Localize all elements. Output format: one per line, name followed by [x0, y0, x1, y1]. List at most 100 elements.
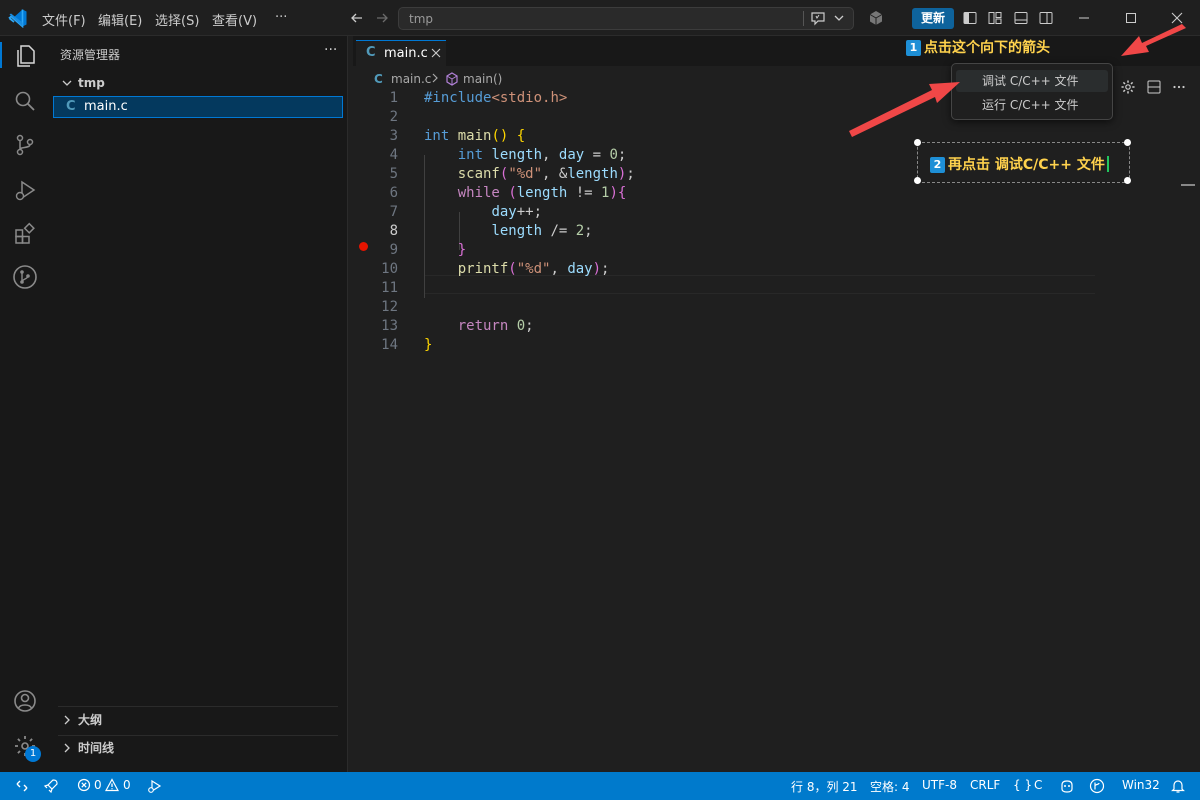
chevron-down-icon[interactable]	[833, 11, 845, 29]
code-line: 14}	[381, 337, 433, 353]
minimap-scroll-indicator[interactable]	[1181, 184, 1195, 186]
settings-badge: 1	[25, 746, 41, 762]
platform-config[interactable]: Win32	[1122, 778, 1160, 792]
timeline-label: 时间线	[78, 741, 115, 755]
c-file-icon: C	[374, 72, 383, 86]
c-file-icon: C	[366, 45, 376, 60]
sidebar-divider	[58, 735, 338, 736]
breadcrumb: C main.c main()	[353, 68, 953, 90]
menu-view[interactable]: 查看(V)	[212, 10, 257, 29]
git-graph-icon[interactable]	[12, 264, 38, 290]
braces-icon[interactable]: { }	[1013, 778, 1032, 792]
errors-icon[interactable]	[77, 778, 91, 793]
code-line: 13 return 0;	[381, 318, 534, 334]
activity-bar: 1	[0, 36, 48, 772]
annotation-step-2-box: 2 再点击 调试C/C++ 文件	[914, 139, 1131, 184]
menu-item-debug-c-file[interactable]: 调试 C/C++ 文件	[956, 70, 1108, 92]
vscode-logo-icon	[8, 9, 27, 28]
close-window-icon[interactable]	[1168, 9, 1186, 27]
explorer-more-button[interactable]: ···	[324, 42, 337, 58]
timeline-section[interactable]: 时间线	[52, 737, 344, 759]
active-indicator	[0, 42, 2, 68]
outline-section[interactable]: 大纲	[52, 709, 344, 731]
customize-layout-icon[interactable]	[986, 9, 1004, 27]
cursor-position[interactable]: 行 8，列 21	[791, 778, 858, 795]
chevron-right-icon	[431, 72, 439, 87]
back-arrow-icon[interactable]	[348, 9, 366, 27]
annotation-number: 2	[930, 157, 945, 173]
warnings-icon[interactable]	[104, 778, 120, 793]
annotation-text: 点击这个向下的箭头	[924, 40, 1050, 56]
menu-more[interactable]: ···	[275, 10, 287, 25]
editor-tabs: C main.c	[353, 36, 1200, 66]
breadcrumb-file[interactable]: main.c	[391, 72, 431, 86]
annotation-number: 1	[906, 40, 921, 56]
function-cube-icon	[445, 72, 459, 89]
editor-more-actions-icon[interactable]	[1170, 78, 1188, 96]
code-line: 12	[381, 299, 398, 315]
code-line: 6 while (length != 1){	[389, 185, 627, 201]
annotation-step-2: 2 再点击 调试C/C++ 文件	[930, 154, 1109, 174]
file-label: main.c	[84, 99, 128, 114]
indentation[interactable]: 空格: 4	[870, 778, 910, 795]
toggle-sidebar-icon[interactable]	[961, 9, 979, 27]
explorer-title: 资源管理器	[60, 48, 121, 62]
resize-handle	[1124, 177, 1131, 184]
code-line: 7 day++;	[389, 204, 543, 220]
resize-handle	[914, 177, 921, 184]
copilot-icon[interactable]	[1059, 778, 1075, 797]
c-file-icon: C	[66, 99, 76, 114]
debug-settings-gear-icon[interactable]	[1119, 78, 1137, 96]
extensions-icon[interactable]	[12, 221, 38, 247]
explorer-sidebar: 资源管理器 ··· tmp C main.c 大纲 时间线	[48, 36, 348, 772]
menu-item-run-c-file[interactable]: 运行 C/C++ 文件	[956, 94, 1108, 116]
toggle-panel-icon[interactable]	[1012, 9, 1030, 27]
account-icon[interactable]	[12, 688, 38, 714]
text-caret	[1106, 156, 1109, 172]
status-bar: 0 0 行 8，列 21 空格: 4 UTF-8 CRLF { } C Win3…	[0, 772, 1200, 800]
code-line: 9 }	[389, 242, 467, 258]
menu-file[interactable]: 文件(F)	[42, 10, 86, 29]
search-text: tmp	[409, 12, 434, 26]
rocket-icon[interactable]	[43, 778, 59, 797]
git-graph-status-icon[interactable]	[1089, 778, 1105, 797]
toggle-secondary-sidebar-icon[interactable]	[1037, 9, 1055, 27]
line-ending[interactable]: CRLF	[970, 778, 1000, 792]
folder-tmp[interactable]: tmp	[52, 72, 344, 94]
code-line: 8 length /= 2;	[389, 223, 593, 239]
language-mode[interactable]: C	[1034, 778, 1042, 792]
annotation-step-1: 1 点击这个向下的箭头	[906, 37, 1050, 57]
source-control-icon[interactable]	[12, 132, 38, 158]
warnings-count[interactable]: 0	[123, 778, 131, 792]
tab-main-c[interactable]: C main.c	[356, 40, 446, 66]
forward-arrow-icon[interactable]	[373, 9, 391, 27]
resize-handle	[1124, 139, 1131, 146]
search-icon[interactable]	[12, 88, 38, 114]
run-and-debug-icon[interactable]	[12, 177, 38, 203]
minimize-icon[interactable]	[1075, 9, 1093, 27]
code-line: 10 printf("%d", day);	[381, 261, 610, 277]
outline-label: 大纲	[78, 713, 103, 727]
encoding[interactable]: UTF-8	[922, 778, 957, 792]
remote-indicator-icon[interactable]	[14, 778, 30, 797]
extension-cube-icon[interactable]	[867, 9, 885, 27]
command-center-search[interactable]: tmp	[398, 7, 854, 30]
debug-launch-icon[interactable]	[146, 778, 162, 797]
folder-label: tmp	[78, 76, 105, 90]
update-button[interactable]: 更新	[912, 8, 954, 29]
copilot-chat-icon[interactable]	[810, 11, 826, 30]
explorer-files-icon[interactable]	[12, 43, 38, 69]
title-bar: 文件(F) 编辑(E) 选择(S) 查看(V) ··· tmp 更新	[0, 0, 1200, 36]
close-tab-icon[interactable]	[430, 45, 442, 65]
errors-count[interactable]: 0	[94, 778, 102, 792]
annotation-text: 再点击 调试C/C++ 文件	[948, 157, 1105, 173]
tab-label: main.c	[384, 46, 428, 61]
menu-edit[interactable]: 编辑(E)	[98, 10, 142, 29]
maximize-icon[interactable]	[1122, 9, 1140, 27]
resize-handle	[914, 139, 921, 146]
file-main-c[interactable]: C main.c	[53, 96, 343, 118]
menu-selection[interactable]: 选择(S)	[155, 10, 199, 29]
breadcrumb-symbol[interactable]: main()	[463, 72, 502, 86]
split-editor-icon[interactable]	[1145, 78, 1163, 96]
notifications-bell-icon[interactable]	[1170, 778, 1186, 797]
